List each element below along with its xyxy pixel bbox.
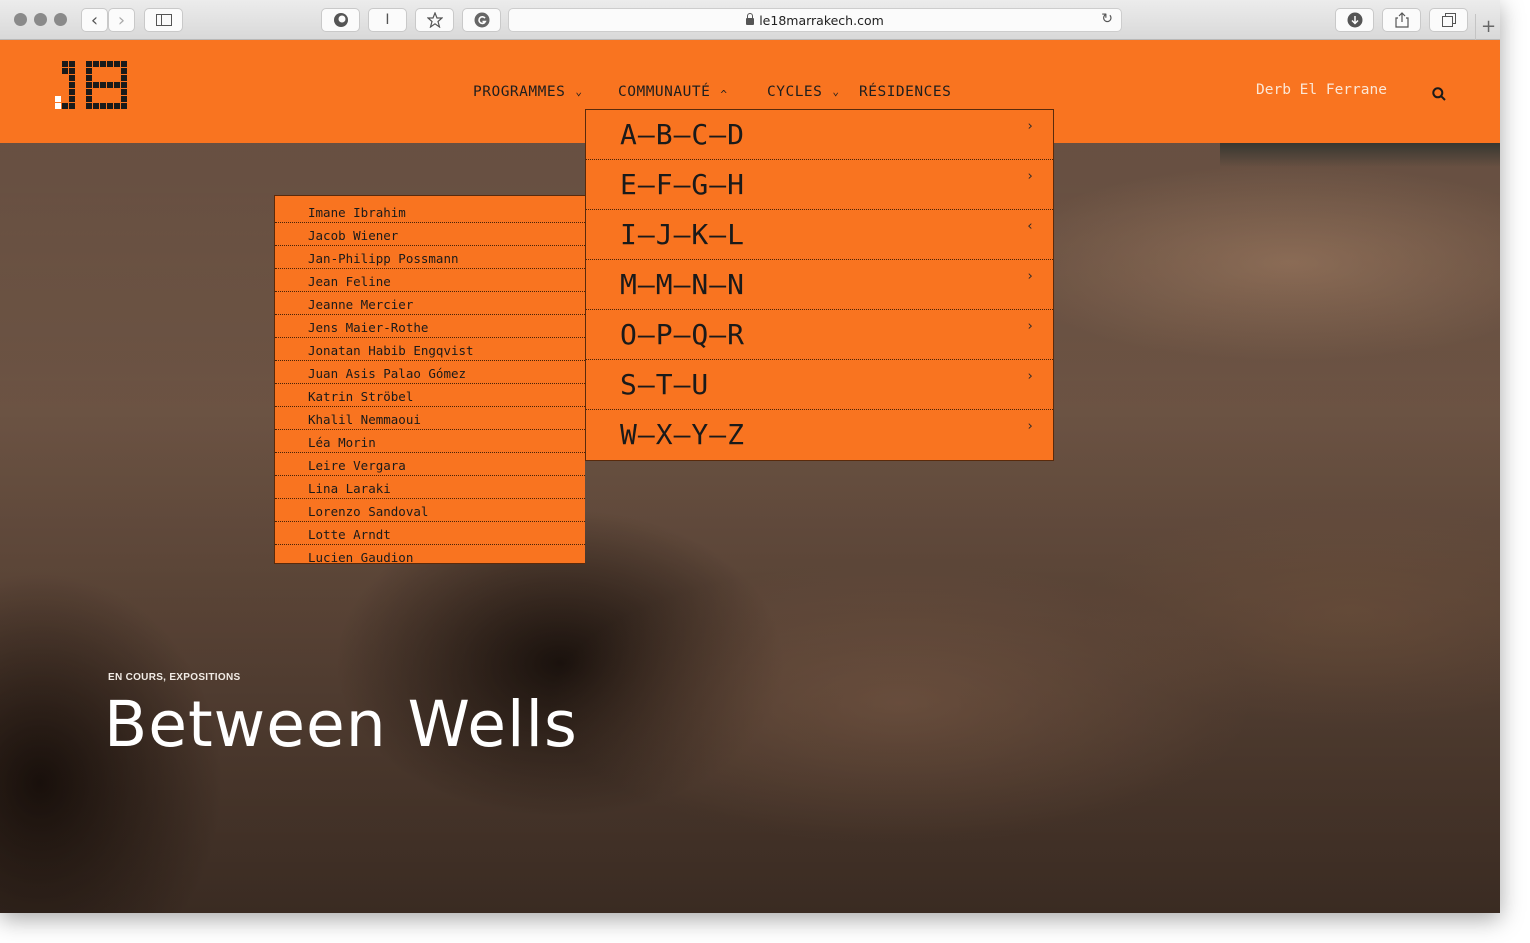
sidebar-toggle-button[interactable] xyxy=(144,8,183,32)
g-icon xyxy=(474,12,489,28)
list-item[interactable]: Lucien Gaudion xyxy=(275,545,585,568)
share-icon xyxy=(1394,12,1409,28)
list-item[interactable]: Lorenzo Sandoval xyxy=(275,499,585,522)
letters-item-label: I—J—K—L xyxy=(620,218,746,251)
bookmark-button[interactable] xyxy=(415,8,454,32)
list-item[interactable]: Leire Vergara xyxy=(275,453,585,476)
letters-item-label: A—B—C—D xyxy=(620,118,746,151)
list-item[interactable]: Khalil Nemmaoui xyxy=(275,407,585,430)
nav-programmes[interactable]: PROGRAMMES ⌄ xyxy=(473,82,582,102)
chevron-right-icon: › xyxy=(1026,269,1035,284)
chevron-right-icon: › xyxy=(1026,169,1035,184)
browser-window: ‹ › I le18marrakech.com ↻ + PROGRAMMES ⌄… xyxy=(0,0,1500,913)
communaute-letters-menu: A—B—C—D › E—F—G—H › I—J—K—L ‹ M—M—N—N › O—P—… xyxy=(585,109,1054,461)
chevron-right-icon: › xyxy=(1026,119,1035,134)
browser-toolbar: ‹ › I le18marrakech.com ↻ + xyxy=(0,0,1500,40)
letters-item-abcd[interactable]: A—B—C—D › xyxy=(586,110,1053,160)
star-icon xyxy=(426,12,443,28)
chevron-down-icon: ⌄ xyxy=(575,84,583,98)
reader-button[interactable]: I xyxy=(368,8,407,32)
names-submenu: Imane Ibrahim Jacob Wiener Jan-Philipp P… xyxy=(274,195,585,565)
list-item[interactable]: Lina Laraki xyxy=(275,476,585,499)
new-tab-button[interactable]: + xyxy=(1475,14,1500,40)
letters-item-wxyz[interactable]: W—X—Y—Z › xyxy=(586,410,1053,460)
search-button[interactable] xyxy=(1432,86,1446,105)
list-item[interactable]: Katrin Ströbel xyxy=(275,384,585,407)
globe-icon xyxy=(333,13,348,27)
sidebar-icon xyxy=(155,14,172,26)
post-title[interactable]: Between Wells xyxy=(104,688,578,761)
download-icon xyxy=(1347,12,1362,28)
nav-cycles[interactable]: CYCLES ⌄ xyxy=(767,82,840,102)
nav-residences[interactable]: RÉSIDENCES xyxy=(859,82,951,102)
list-item[interactable]: Jan-Philipp Possmann xyxy=(275,246,585,269)
list-item[interactable]: Lotte Arndt xyxy=(275,522,585,545)
derb-el-ferrane-link[interactable]: Derb El Ferrane xyxy=(1256,82,1387,98)
list-item[interactable]: Léa Morin xyxy=(275,430,585,453)
list-item[interactable]: Jens Maier-Rothe xyxy=(275,315,585,338)
site-logo[interactable] xyxy=(52,61,128,117)
nav-communaute-label: COMMUNAUTÉ xyxy=(618,84,711,100)
letters-item-efgh[interactable]: E—F—G—H › xyxy=(586,160,1053,210)
extension-button[interactable] xyxy=(321,8,360,32)
close-window-button[interactable] xyxy=(14,13,27,26)
chevron-left-icon: ‹ xyxy=(1026,219,1035,234)
zoom-window-button[interactable] xyxy=(54,13,67,26)
reload-icon[interactable]: ↻ xyxy=(1101,11,1113,27)
list-item[interactable]: Imane Ibrahim xyxy=(275,200,585,223)
back-button[interactable]: ‹ xyxy=(81,8,108,32)
logo-18-icon xyxy=(55,61,127,109)
post-category[interactable]: EN COURS, EXPOSITIONS xyxy=(108,672,240,683)
url-text: le18marrakech.com xyxy=(759,12,884,28)
list-item[interactable]: Jeanne Mercier xyxy=(275,292,585,315)
address-bar[interactable]: le18marrakech.com ↻ xyxy=(508,8,1122,32)
nav-cycles-label: CYCLES xyxy=(767,84,823,100)
tabs-icon xyxy=(1441,13,1456,27)
nav-residences-label: RÉSIDENCES xyxy=(859,84,952,100)
search-icon xyxy=(1432,87,1446,101)
lock-icon xyxy=(746,12,755,25)
list-item[interactable]: Juan Asis Palao Gómez xyxy=(275,361,585,384)
share-button[interactable] xyxy=(1382,8,1421,32)
nav-communaute[interactable]: COMMUNAUTÉ ^ xyxy=(618,82,727,102)
letters-item-ijkl[interactable]: I—J—K—L ‹ xyxy=(586,210,1053,260)
grammarly-button[interactable] xyxy=(462,8,501,32)
letters-item-opqr[interactable]: O—P—Q—R › xyxy=(586,310,1053,360)
letters-item-stu[interactable]: S—T—U › xyxy=(586,360,1053,410)
list-item[interactable]: Jacob Wiener xyxy=(275,223,585,246)
letters-item-label: E—F—G—H xyxy=(620,168,746,201)
minimize-window-button[interactable] xyxy=(34,13,47,26)
letters-item-label: M—M—N—N xyxy=(620,268,746,301)
letters-item-label: O—P—Q—R xyxy=(620,318,746,351)
forward-button[interactable]: › xyxy=(108,8,135,32)
chevron-right-icon: › xyxy=(1026,319,1035,334)
chevron-down-icon: ⌄ xyxy=(832,84,840,98)
chevron-right-icon: › xyxy=(1026,419,1035,434)
letters-item-mmnn[interactable]: M—M—N—N › xyxy=(586,260,1053,310)
letters-item-label: W—X—Y—Z xyxy=(620,418,746,451)
tabs-button[interactable] xyxy=(1429,8,1468,32)
chevron-right-icon: › xyxy=(1026,369,1035,384)
list-item[interactable]: Jonatan Habib Engqvist xyxy=(275,338,585,361)
downloads-button[interactable] xyxy=(1335,8,1374,32)
chevron-up-icon: ^ xyxy=(720,87,728,101)
list-item[interactable]: Jean Feline xyxy=(275,269,585,292)
nav-programmes-label: PROGRAMMES xyxy=(473,84,566,100)
letters-item-label: S—T—U xyxy=(620,368,710,401)
